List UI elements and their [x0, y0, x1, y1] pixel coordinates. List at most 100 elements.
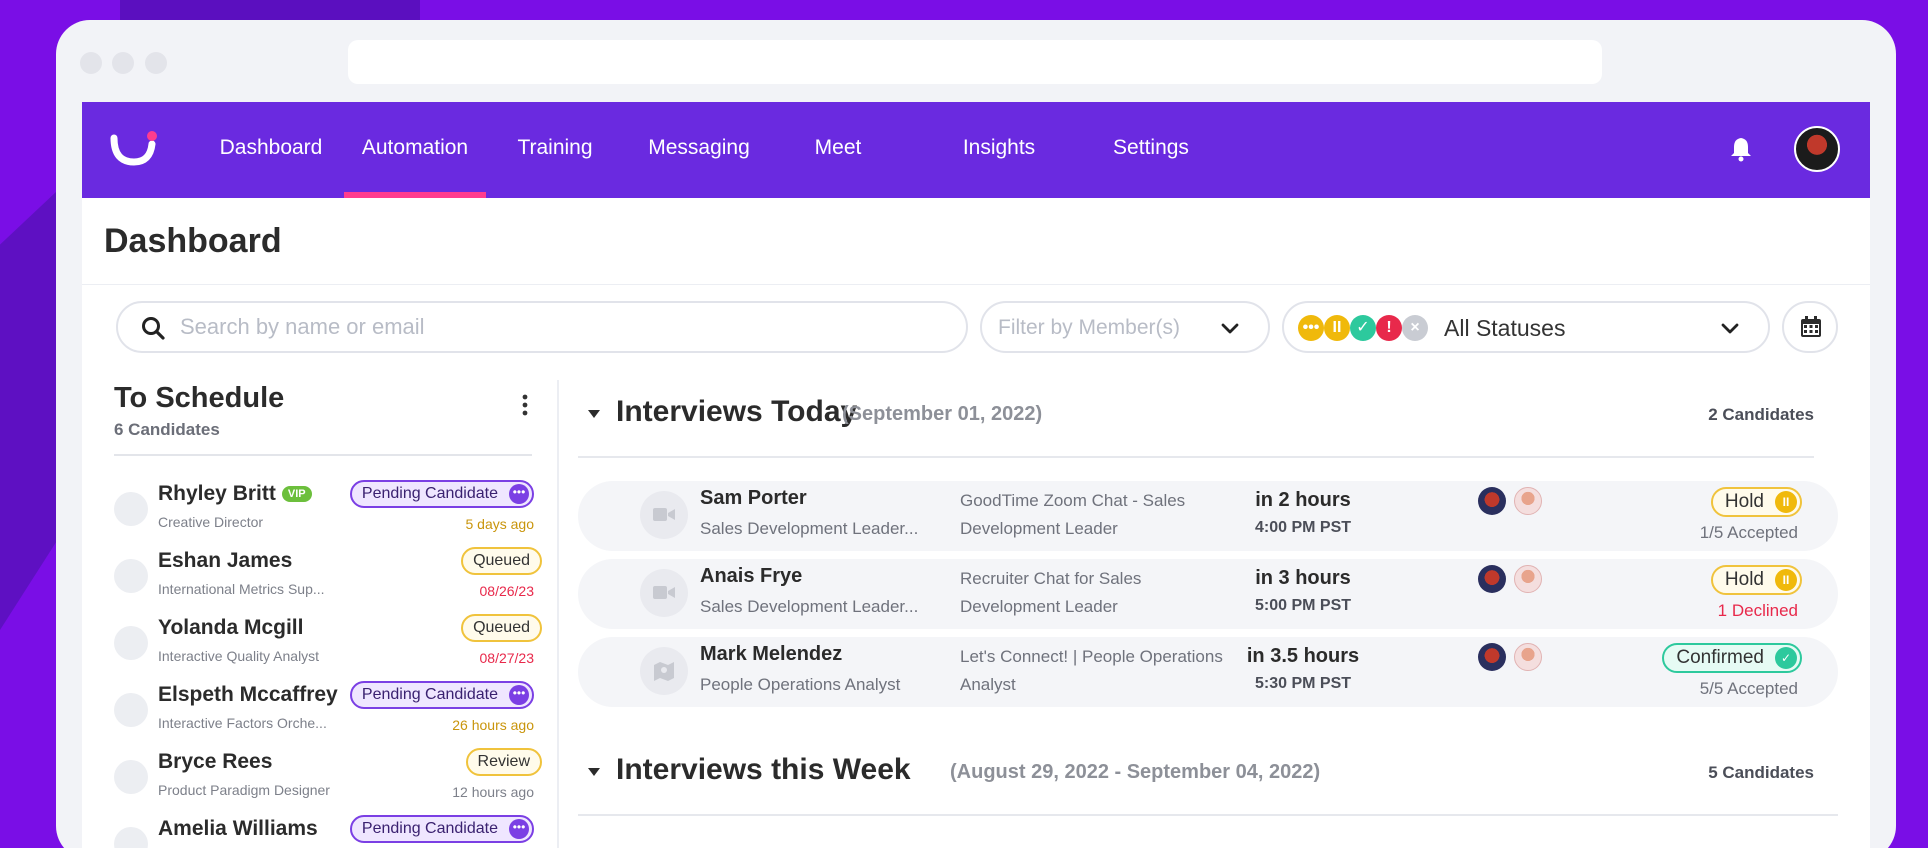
- candidate-row[interactable]: Amelia Williams Pending Candidate •••: [114, 815, 534, 848]
- search-box[interactable]: [116, 301, 968, 353]
- interviewer-avatar[interactable]: [1478, 487, 1506, 515]
- candidate-row[interactable]: Elspeth Mccaffrey Interactive Factors Or…: [114, 681, 534, 743]
- interview-time: 5:00 PM PST: [1254, 597, 1352, 614]
- interview-relative-time: in 3 hours: [1255, 567, 1351, 589]
- calendar-icon: [1801, 316, 1821, 337]
- logo-icon[interactable]: [108, 128, 162, 168]
- pause-icon: II: [1775, 491, 1797, 513]
- candidate-role: Creative Director: [158, 514, 264, 530]
- candidate-time: 26 hours ago: [452, 717, 534, 733]
- accepted-count: 1/5 Accepted: [1699, 523, 1798, 542]
- interviewer-avatar[interactable]: [1514, 643, 1542, 671]
- more-dots-icon: •••: [509, 685, 529, 705]
- interview-candidate-role: Sales Development Leader...: [700, 597, 919, 616]
- hold-status-icon: II: [1324, 315, 1350, 341]
- panel-divider: [557, 380, 559, 848]
- user-avatar[interactable]: [1794, 126, 1840, 172]
- browser-window: Dashboard Automation Training Messaging …: [56, 20, 1896, 848]
- window-maximize-dot[interactable]: [145, 52, 167, 74]
- nav-messaging[interactable]: Messaging: [624, 102, 774, 198]
- nav-insights[interactable]: Insights: [934, 102, 1064, 198]
- chevron-down-icon: [1221, 323, 1239, 334]
- interviews-today-count: 2 Candidates: [1708, 405, 1814, 424]
- status-badge[interactable]: Pending Candidate •••: [349, 815, 534, 843]
- vip-badge: VIP: [281, 486, 312, 502]
- collapse-caret-icon[interactable]: [587, 767, 601, 777]
- nav-dashboard[interactable]: Dashboard: [202, 102, 340, 198]
- status-badge[interactable]: Pending Candidate •••: [349, 480, 534, 508]
- status-filter-value: All Statuses: [1444, 315, 1566, 341]
- interview-event-title-cont: Analyst: [960, 675, 1016, 694]
- candidate-name: Elspeth Mccaffrey: [158, 683, 338, 706]
- member-filter-placeholder: Filter by Member(s): [998, 316, 1181, 339]
- interview-event-title: GoodTime Zoom Chat - Sales: [960, 491, 1186, 510]
- interview-event-title: Let's Connect! | People Operations: [960, 647, 1223, 666]
- interview-candidate-name: Mark Melendez: [700, 643, 843, 665]
- search-input[interactable]: [180, 313, 940, 341]
- interviews-week-count: 5 Candidates: [1708, 763, 1814, 782]
- interviews-week-title: Interviews this Week: [616, 753, 911, 786]
- status-badge[interactable]: Hold II: [1710, 565, 1802, 595]
- avatar-placeholder-icon: [114, 559, 148, 593]
- more-options-icon[interactable]: [522, 394, 528, 416]
- candidate-time: 12 hours ago: [452, 784, 534, 800]
- interviewer-avatar[interactable]: [1478, 565, 1506, 593]
- candidate-role: Interactive Factors Orche...: [158, 715, 327, 731]
- video-icon: [640, 491, 688, 539]
- check-icon: ✓: [1775, 647, 1797, 669]
- candidate-name: Rhyley Britt VIP: [158, 482, 312, 506]
- candidate-row[interactable]: Yolanda Mcgill Interactive Quality Analy…: [114, 614, 542, 676]
- collapse-caret-icon[interactable]: [587, 409, 601, 419]
- member-filter-dropdown[interactable]: Filter by Member(s): [980, 301, 1270, 353]
- interview-row[interactable]: Anais Frye Sales Development Leader... R…: [578, 559, 1838, 629]
- accepted-count: 5/5 Accepted: [1699, 679, 1798, 698]
- status-badge[interactable]: Queued: [461, 614, 542, 642]
- alert-status-icon: !: [1376, 315, 1402, 341]
- interview-row[interactable]: Mark Melendez People Operations Analyst …: [578, 637, 1838, 707]
- section-divider: [578, 456, 1814, 458]
- candidate-name: Eshan James: [158, 549, 293, 572]
- interview-candidate-role: Sales Development Leader...: [700, 519, 919, 538]
- more-dots-icon: •••: [509, 819, 529, 839]
- map-icon: [640, 647, 688, 695]
- background-shape: [120, 0, 420, 22]
- pending-status-icon: •••: [1298, 315, 1324, 341]
- status-badge[interactable]: Pending Candidate •••: [349, 681, 534, 709]
- candidate-row[interactable]: Rhyley Britt VIP Creative Director Pendin…: [114, 480, 534, 542]
- calendar-button[interactable]: [1782, 301, 1838, 353]
- status-badge[interactable]: Review: [465, 748, 542, 776]
- address-bar[interactable]: [348, 40, 1602, 84]
- candidate-role: Product Paradigm Designer: [158, 782, 330, 798]
- status-filter-dropdown[interactable]: ••• II ✓ ! × All Statuses: [1282, 301, 1770, 353]
- interviews-week-date: (August 29, 2022 - September 04, 2022): [950, 761, 1321, 783]
- cancelled-status-icon: ×: [1402, 315, 1428, 341]
- status-badge[interactable]: Queued: [461, 547, 542, 575]
- candidate-name: Amelia Williams: [158, 817, 318, 840]
- interview-relative-time: in 3.5 hours: [1246, 645, 1360, 667]
- window-close-dot[interactable]: [80, 52, 102, 74]
- candidate-time: 08/26/23: [479, 583, 535, 599]
- confirmed-status-icon: ✓: [1350, 315, 1376, 341]
- interviewer-avatar[interactable]: [1514, 487, 1542, 515]
- avatar-placeholder-icon: [114, 492, 148, 526]
- page-title: Dashboard: [104, 222, 282, 260]
- window-minimize-dot[interactable]: [112, 52, 134, 74]
- status-badge[interactable]: Hold II: [1710, 487, 1802, 517]
- candidate-role: Interactive Quality Analyst: [158, 648, 320, 664]
- candidate-name: Bryce Rees: [158, 750, 273, 773]
- interviewer-avatar[interactable]: [1514, 565, 1542, 593]
- bell-icon[interactable]: [1729, 136, 1753, 162]
- candidate-row[interactable]: Eshan James International Metrics Sup...…: [114, 547, 542, 609]
- nav-settings[interactable]: Settings: [1086, 102, 1216, 198]
- interviews-today-title: Interviews Today: [616, 395, 858, 428]
- nav-automation[interactable]: Automation: [344, 102, 486, 198]
- nav-training[interactable]: Training: [490, 102, 620, 198]
- interview-row[interactable]: Sam Porter Sales Development Leader... G…: [578, 481, 1838, 551]
- candidate-row[interactable]: Bryce Rees Product Paradigm Designer Rev…: [114, 748, 542, 810]
- status-badge[interactable]: Confirmed ✓: [1662, 643, 1802, 673]
- to-schedule-title: To Schedule: [114, 382, 285, 414]
- nav-meet[interactable]: Meet: [778, 102, 898, 198]
- browser-titlebar: [56, 20, 1896, 102]
- interviewer-avatar[interactable]: [1478, 643, 1506, 671]
- interview-candidate-role: People Operations Analyst: [700, 675, 901, 694]
